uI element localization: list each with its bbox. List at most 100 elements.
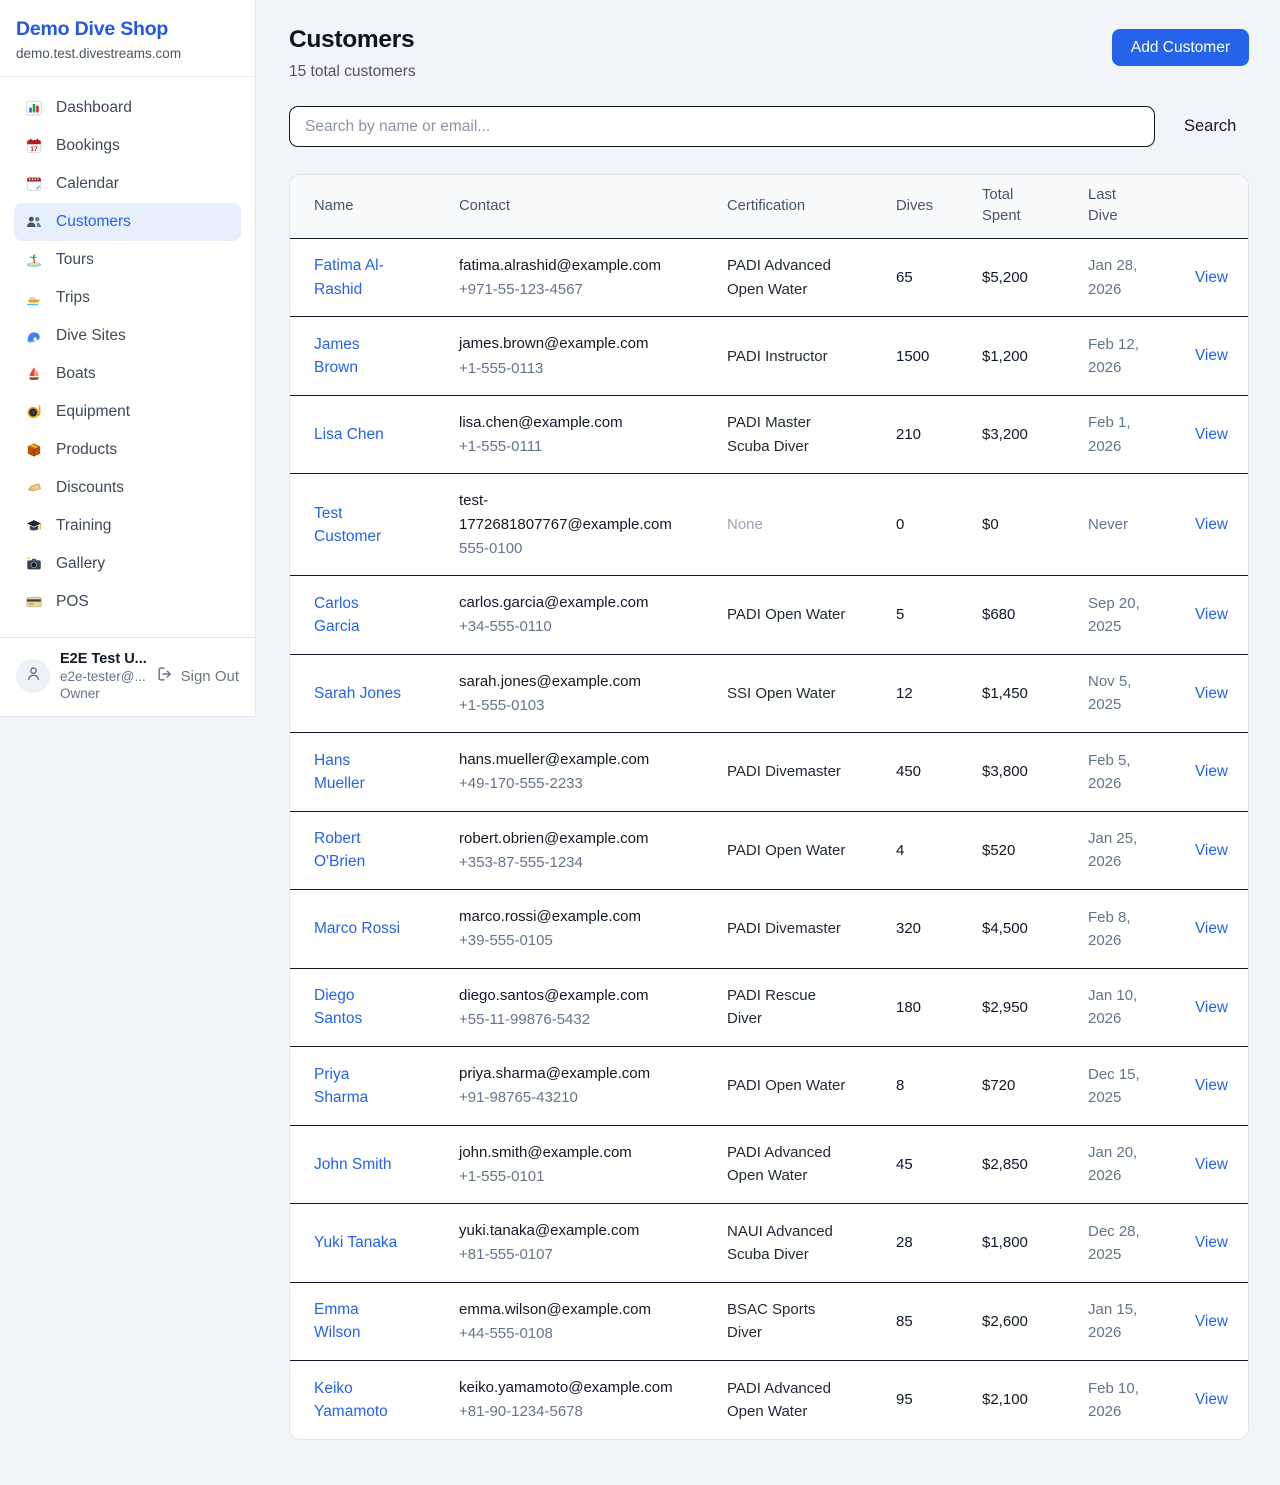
add-customer-button[interactable]: Add Customer (1112, 29, 1249, 66)
sidebar-item-pos[interactable]: POS (14, 583, 241, 621)
sidebar-item-dive-sites[interactable]: Dive Sites (14, 317, 241, 355)
page-subtitle: 15 total customers (289, 63, 416, 81)
search-button[interactable]: Search (1176, 111, 1244, 142)
customer-dives: 28 (896, 1231, 982, 1254)
customer-name-link[interactable]: Hans Mueller (314, 749, 404, 796)
view-link[interactable]: View (1195, 1234, 1228, 1251)
customer-dives: 85 (896, 1310, 982, 1333)
sidebar-item-dashboard[interactable]: Dashboard (14, 89, 241, 127)
sign-out-label: Sign Out (181, 668, 239, 685)
customer-certification: PADI Advanced Open Water (727, 1377, 896, 1424)
sidebar-item-equipment[interactable]: Equipment (14, 393, 241, 431)
view-link[interactable]: View (1195, 763, 1228, 780)
customer-phone: +49-170-555-2233 (459, 772, 674, 795)
view-link[interactable]: View (1195, 606, 1228, 623)
table-row: Sarah Jones sarah.jones@example.com +1-5… (290, 655, 1248, 734)
sidebar-item-label: Trips (56, 289, 90, 307)
view-link[interactable]: View (1195, 999, 1228, 1016)
customer-name-link[interactable]: Test Customer (314, 502, 404, 549)
sidebar: Demo Dive Shop demo.test.divestreams.com… (0, 0, 256, 717)
customer-name-link[interactable]: Carlos Garcia (314, 592, 404, 639)
view-link[interactable]: View (1195, 1313, 1228, 1330)
sidebar-item-label: Calendar (56, 175, 119, 193)
camera-icon (25, 555, 43, 573)
customer-name-link[interactable]: Sarah Jones (314, 682, 401, 705)
customer-total-spent: $2,600 (982, 1310, 1088, 1333)
sidebar-item-tours[interactable]: Tours (14, 241, 241, 279)
sidebar-item-discounts[interactable]: Discounts (14, 469, 241, 507)
sidebar-item-bookings[interactable]: 17 Bookings (14, 127, 241, 165)
customer-phone: +55-11-99876-5432 (459, 1008, 674, 1031)
customer-dives: 95 (896, 1388, 982, 1411)
customer-total-spent: $520 (982, 839, 1088, 862)
customer-phone: +971-55-123-4567 (459, 278, 674, 301)
customer-last-dive: Feb 1, 2026 (1088, 411, 1195, 458)
customers-table: Name Contact Certification Dives Total S… (289, 174, 1249, 1440)
view-link[interactable]: View (1195, 1077, 1228, 1094)
package-icon (25, 441, 43, 459)
customer-name-link[interactable]: John Smith (314, 1153, 392, 1176)
sign-out-button[interactable]: Sign Out (156, 665, 239, 687)
sidebar-item-label: Tours (56, 251, 94, 269)
view-link[interactable]: View (1195, 685, 1228, 702)
view-link[interactable]: View (1195, 426, 1228, 443)
customer-name-link[interactable]: Keiko Yamamoto (314, 1377, 404, 1424)
table-row: Keiko Yamamoto keiko.yamamoto@example.co… (290, 1361, 1248, 1439)
table-row: Carlos Garcia carlos.garcia@example.com … (290, 576, 1248, 655)
view-link[interactable]: View (1195, 1391, 1228, 1408)
search-input[interactable] (289, 106, 1155, 147)
customer-dives: 1500 (896, 345, 982, 368)
customer-total-spent: $4,500 (982, 917, 1088, 940)
sidebar-item-products[interactable]: Products (14, 431, 241, 469)
user-footer: E2E Test U... e2e-tester@... Owner Sign … (0, 637, 255, 716)
column-header-total-spent: Total Spent (982, 185, 1088, 228)
customer-name-link[interactable]: Fatima Al-Rashid (314, 254, 404, 301)
customer-last-dive: Never (1088, 513, 1195, 536)
customer-total-spent: $3,200 (982, 423, 1088, 446)
customer-name-link[interactable]: Yuki Tanaka (314, 1231, 397, 1254)
customer-name-link[interactable]: Lisa Chen (314, 423, 384, 446)
customer-total-spent: $1,800 (982, 1231, 1088, 1254)
view-link[interactable]: View (1195, 920, 1228, 937)
customer-name-link[interactable]: Priya Sharma (314, 1063, 404, 1110)
user-meta: E2E Test U... e2e-tester@... Owner (60, 651, 146, 701)
view-link[interactable]: View (1195, 842, 1228, 859)
view-link[interactable]: View (1195, 516, 1228, 533)
customer-total-spent: $5,200 (982, 266, 1088, 289)
table-row: Diego Santos diego.santos@example.com +5… (290, 969, 1248, 1048)
customer-name-link[interactable]: Diego Santos (314, 984, 404, 1031)
sidebar-item-gallery[interactable]: Gallery (14, 545, 241, 583)
view-link[interactable]: View (1195, 1156, 1228, 1173)
customer-email: john.smith@example.com (459, 1141, 674, 1164)
view-link[interactable]: View (1195, 269, 1228, 286)
column-header-contact: Contact (459, 196, 727, 217)
sidebar-item-label: Products (56, 441, 117, 459)
customer-name-link[interactable]: Marco Rossi (314, 917, 400, 940)
user-email: e2e-tester@... (60, 669, 146, 684)
table-row: Lisa Chen lisa.chen@example.com +1-555-0… (290, 396, 1248, 475)
sidebar-item-calendar[interactable]: Calendar (14, 165, 241, 203)
customer-email: diego.santos@example.com (459, 984, 674, 1007)
customer-email: hans.mueller@example.com (459, 748, 674, 771)
svg-text:17: 17 (30, 146, 38, 153)
view-link[interactable]: View (1195, 347, 1228, 364)
sidebar-item-boats[interactable]: Boats (14, 355, 241, 393)
brand[interactable]: Demo Dive Shop demo.test.divestreams.com (0, 0, 255, 77)
motor-boat-icon (25, 289, 43, 307)
customer-email: emma.wilson@example.com (459, 1298, 674, 1321)
sidebar-item-customers[interactable]: Customers (14, 203, 241, 241)
customer-name-link[interactable]: Robert O'Brien (314, 827, 404, 874)
customer-last-dive: Dec 28, 2025 (1088, 1220, 1195, 1267)
customer-name-link[interactable]: James Brown (314, 333, 404, 380)
desert-island-icon (25, 251, 43, 269)
table-header-row: Name Contact Certification Dives Total S… (290, 175, 1248, 239)
customer-name-link[interactable]: Emma Wilson (314, 1298, 404, 1345)
customer-total-spent: $1,200 (982, 345, 1088, 368)
wave-icon (25, 327, 43, 345)
page-header: Customers 15 total customers Add Custome… (289, 26, 1249, 81)
sidebar-item-trips[interactable]: Trips (14, 279, 241, 317)
customer-last-dive: Feb 8, 2026 (1088, 906, 1195, 953)
sidebar-item-training[interactable]: Training (14, 507, 241, 545)
sidebar-item-label: Customers (56, 213, 131, 231)
main-content: Customers 15 total customers Add Custome… (256, 0, 1280, 1480)
